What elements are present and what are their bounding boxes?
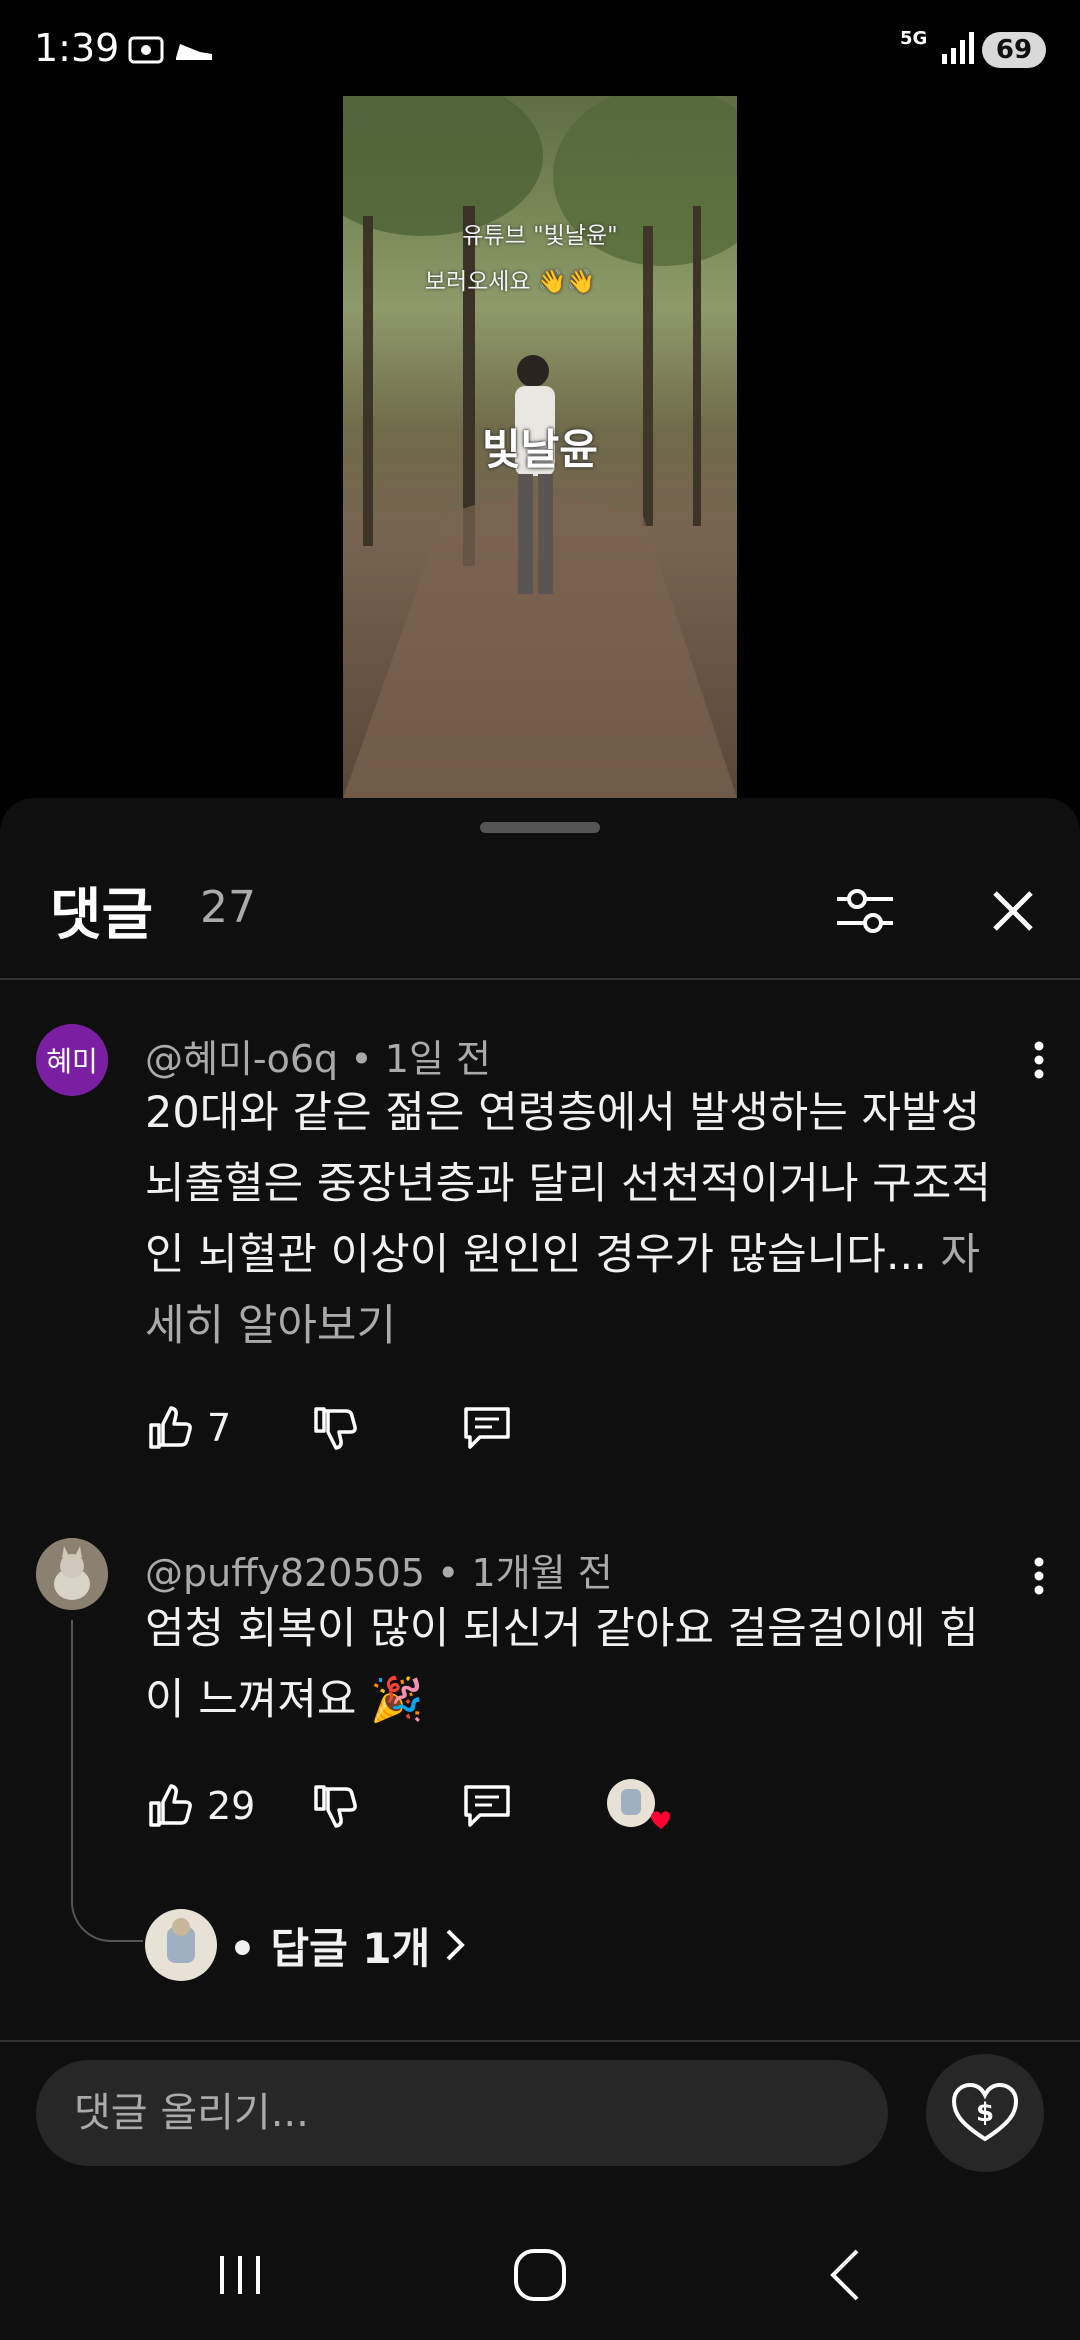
svg-text:$: $ — [976, 2098, 994, 2128]
recents-icon — [220, 2256, 260, 2294]
sort-filter-button[interactable] — [830, 876, 900, 946]
reply-button[interactable] — [460, 1776, 514, 1836]
comment-time: 1개월 전 — [471, 1551, 613, 1595]
comment-meta: @혜미-o6q • 1일 전 — [145, 1028, 491, 1083]
comment-text[interactable]: 엄청 회복이 많이 되신거 같아요 걸음걸이에 힘이 느껴져요 🎉 — [145, 1594, 1015, 1736]
home-button[interactable] — [460, 2210, 620, 2340]
comment-author[interactable]: @puffy820505 — [145, 1551, 425, 1595]
signal-icon — [940, 30, 976, 70]
thumbs-down-icon — [314, 1785, 357, 1828]
network-type-icon: 5G — [900, 28, 928, 49]
like-button[interactable]: 7 — [145, 1398, 231, 1458]
more-vert-icon — [1034, 1557, 1044, 1595]
shoe-icon — [172, 30, 216, 74]
comment-time: 1일 전 — [384, 1037, 491, 1081]
heart-dollar-icon: $ — [951, 2082, 1019, 2142]
creator-avatar-icon — [167, 1918, 195, 1963]
screen-recorder-icon — [126, 30, 166, 74]
recents-button[interactable] — [160, 2210, 320, 2340]
drag-handle[interactable] — [480, 822, 600, 833]
avatar[interactable]: 혜미 — [36, 1024, 108, 1096]
reply-comment-icon — [464, 1407, 510, 1449]
comment-author[interactable]: @혜미-o6q — [145, 1037, 338, 1081]
comments-count: 27 — [200, 882, 256, 933]
comment-actions: 7 — [145, 1398, 1005, 1458]
comments-title: 댓글 — [50, 883, 154, 948]
video-caption-line1: 유튜브 "빛날윤" — [462, 223, 618, 249]
sliders-icon — [837, 889, 893, 933]
comment-more-button[interactable] — [1024, 1546, 1054, 1606]
header-divider — [0, 978, 1080, 980]
comments-header: 댓글 27 — [0, 858, 1080, 978]
comment-meta: @puffy820505 • 1개월 전 — [145, 1542, 613, 1597]
thumbs-down-icon — [314, 1407, 357, 1450]
more-vert-icon — [1034, 1041, 1044, 1079]
comment-more-button[interactable] — [1024, 1030, 1054, 1090]
dislike-button[interactable] — [310, 1398, 360, 1458]
dislike-button[interactable] — [310, 1776, 360, 1836]
thumbs-up-icon — [149, 1784, 192, 1827]
reply-avatar — [145, 1909, 217, 1981]
back-icon — [830, 2249, 859, 2301]
status-time: 1:39 — [34, 26, 120, 70]
chevron-right-icon — [446, 1929, 466, 1961]
like-button[interactable]: 29 — [145, 1776, 255, 1836]
comments-sheet: 댓글 27 혜미 @혜미-o6q • 1일 전 20대와 같은 젊은 연령층에서… — [0, 798, 1080, 2340]
comment-body: 20대와 같은 젊은 연령층에서 발생하는 자발성 뇌출혈은 중장년층과 달리 … — [145, 1088, 991, 1280]
home-icon — [514, 2249, 566, 2301]
like-count: 29 — [207, 1784, 256, 1828]
close-icon — [993, 891, 1033, 931]
back-button[interactable] — [765, 2210, 925, 2340]
video-caption-line2: 보러오세요 👋👋 — [424, 269, 596, 295]
view-replies-button[interactable]: • 답글 1개 — [145, 1908, 468, 1982]
meta-separator: • — [350, 1037, 385, 1081]
status-bar: 1:39 5G 69 — [0, 0, 1080, 100]
video-watermark: 빛날윤 — [482, 425, 598, 474]
battery-indicator: 69 — [982, 32, 1046, 68]
like-count: 7 — [207, 1406, 232, 1450]
comment-item: @puffy820505 • 1개월 전 엄청 회복이 많이 되신거 같아요 걸… — [0, 1538, 1080, 1758]
avatar[interactable] — [36, 1538, 108, 1610]
reply-button[interactable] — [460, 1398, 514, 1458]
system-navigation-bar — [0, 2210, 1080, 2340]
super-thanks-button[interactable]: $ — [926, 2054, 1044, 2172]
comment-input[interactable]: 댓글 올리기... — [36, 2060, 888, 2166]
reply-comment-icon — [464, 1785, 510, 1827]
comment-item: 혜미 @혜미-o6q • 1일 전 20대와 같은 젊은 연령층에서 발생하는 … — [0, 1020, 1080, 1351]
comment-text[interactable]: 20대와 같은 젊은 연령층에서 발생하는 자발성 뇌출혈은 중장년층과 달리 … — [145, 1078, 1015, 1362]
creator-heart-icon — [607, 1779, 671, 1829]
replies-count-label: • 답글 1개 — [229, 1923, 431, 1973]
creator-heart-badge — [607, 1776, 671, 1836]
comment-actions: 29 — [145, 1776, 1005, 1836]
close-button[interactable] — [978, 876, 1048, 946]
cat-avatar-icon — [36, 1538, 108, 1610]
composer-divider — [0, 2040, 1080, 2042]
meta-separator: • — [437, 1551, 472, 1595]
video-player[interactable]: 유튜브 "빛날윤" 보러오세요 👋👋 빛날윤 — [343, 96, 737, 798]
reply-thread-line — [71, 1620, 143, 1942]
thumbs-up-icon — [149, 1406, 192, 1449]
